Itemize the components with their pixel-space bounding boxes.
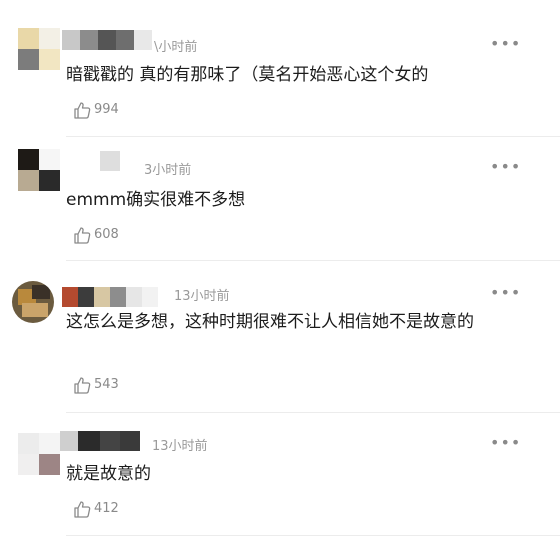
comment-time: \小时前 [154,40,198,55]
comment-text: 暗戳戳的 真的有那味了（莫名开始恶心这个女的 [66,65,429,85]
thumbs-up-icon [74,227,91,244]
username-pixelated[interactable] [62,287,164,307]
more-dots-icon[interactable]: ••• [490,435,520,451]
avatar[interactable] [18,149,60,191]
like-count: 543 [94,377,119,392]
comment-text: emmm确实很难不多想 [66,190,246,210]
avatar[interactable] [18,433,60,475]
comment-text: 就是故意的 [66,464,151,484]
more-dots-icon[interactable]: ••• [490,285,520,301]
comment-time: 13小时前 [174,289,230,304]
like-count: 994 [94,102,119,117]
username-pixelated[interactable] [60,431,144,451]
avatar[interactable] [12,281,54,323]
comment-text: 这怎么是多想，这种时期很难不让人相信她不是故意的 [66,312,474,332]
avatar[interactable] [18,28,60,70]
username-pixelated[interactable] [100,151,122,171]
thumbs-up-icon [74,377,91,394]
comment-time: 13小时前 [152,439,208,454]
divider [66,535,560,536]
like-count: 412 [94,501,119,516]
comment-item: 3小时前 ••• emmm确实很难不多想 608 [0,137,560,261]
more-dots-icon[interactable]: ••• [490,159,520,175]
comment-time: 3小时前 [144,163,192,178]
username-pixelated[interactable] [62,30,158,50]
thumbs-up-icon [74,102,91,119]
like-count: 608 [94,227,119,242]
comment-item: 13小时前 ••• 就是故意的 412 [0,413,560,546]
comment-item: 13小时前 ••• 这怎么是多想，这种时期很难不让人相信她不是故意的 543 [0,261,560,413]
thumbs-up-icon [74,501,91,518]
more-dots-icon[interactable]: ••• [490,36,520,52]
comment-item: \小时前 ••• 暗戳戳的 真的有那味了（莫名开始恶心这个女的 994 [0,0,560,138]
